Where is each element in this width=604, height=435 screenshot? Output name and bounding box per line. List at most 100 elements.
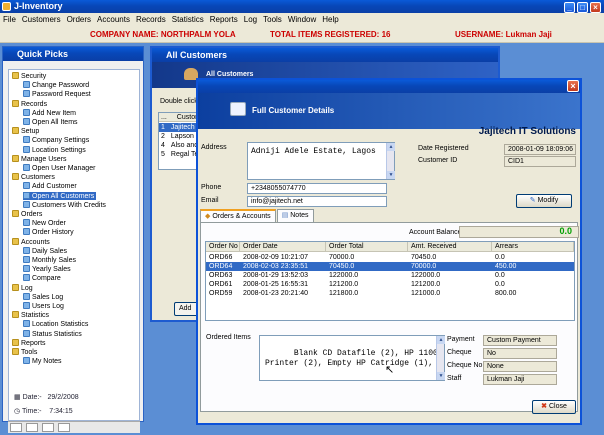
customer-details-banner: Full Customer Details (198, 93, 580, 129)
tree-item[interactable]: Add New Item (23, 108, 76, 117)
tree-folder[interactable]: Tools (12, 348, 37, 356)
tab-icon-records[interactable] (26, 423, 38, 432)
orders-col-header[interactable]: Order Total (326, 242, 408, 252)
tree-item[interactable]: New Order (23, 219, 66, 227)
orders-cell: 121200.0 (411, 281, 441, 288)
tree-folder[interactable]: Accounts (12, 237, 50, 246)
tree-folder[interactable]: Records (12, 99, 48, 108)
tree-item[interactable]: Company Settings (23, 136, 89, 144)
customers-table-row[interactable]: 5 Regal Tel (159, 150, 201, 159)
tree-item[interactable]: Sales Log (23, 292, 63, 301)
tree-folder[interactable]: Setup (12, 127, 39, 135)
tree-item[interactable]: Open All Customers (23, 191, 97, 200)
orders-table-row[interactable]: ORD64 2008-02-03 23:35:51 70450.0 70000.0 45… (206, 262, 574, 271)
minimize-button[interactable]: _ (564, 2, 575, 13)
tab-notes[interactable]: ▤ Notes (276, 209, 314, 222)
tree-folder[interactable]: Customers (12, 173, 55, 181)
tree-item[interactable]: Compare (23, 274, 61, 282)
tree-item[interactable]: Open All Items (23, 118, 78, 126)
tree-item[interactable]: Location Statistics (23, 320, 88, 328)
item-icon (23, 219, 30, 227)
ordered-items-field[interactable]: Blank CD Datafile (2), HP 1100 Printer (… (259, 335, 445, 381)
menu-file[interactable]: File (0, 15, 19, 24)
menu-customers[interactable]: Customers (19, 15, 64, 24)
tab-orders-accounts[interactable]: ◆ Orders & Accounts (200, 209, 276, 223)
scroll-down-arrow[interactable]: ▼ (387, 171, 395, 179)
date-row: ▦ Date:- 29/2/2008 (14, 393, 79, 401)
tree-item[interactable]: My Notes (23, 357, 62, 365)
quick-picks-title-bar: Quick Picks (3, 47, 143, 61)
orders-table-row[interactable]: ORD59 2008-01-23 20:21:40 121800.0 121000.0… (206, 289, 574, 298)
tree-item[interactable]: Users Log (23, 302, 64, 310)
tab-icon-tools[interactable] (10, 423, 22, 432)
address-field[interactable]: Adniji Adele Estate, Lagos ▲ ▼ (247, 142, 395, 180)
tree-item[interactable]: Yearly Sales (23, 265, 71, 273)
tree-item[interactable]: Status Statistics (23, 329, 82, 338)
menu-orders[interactable]: Orders (64, 15, 94, 24)
tree-label: Status Statistics (32, 330, 82, 338)
items-scroll-down-arrow[interactable]: ▼ (437, 372, 445, 380)
account-balance-field: 0.0 (459, 226, 579, 238)
tree-folder[interactable]: Orders (12, 210, 42, 218)
orders-col-header[interactable]: Order No (206, 242, 240, 252)
tab-icon-help[interactable] (58, 423, 70, 432)
date-registered-field: 2008-01-09 18:09:06 (504, 144, 576, 155)
menu-reports[interactable]: Reports (207, 15, 241, 24)
tree-folder[interactable]: Manage Users (12, 154, 67, 163)
tree-item[interactable]: Password Request (23, 90, 91, 98)
customers-table-row[interactable]: 1 Jajitech I (159, 123, 201, 132)
menu-records[interactable]: Records (133, 15, 169, 24)
scroll-up-arrow[interactable]: ▲ (387, 143, 395, 151)
tree-label: Monthly Sales (32, 257, 76, 264)
tree-item[interactable]: Open User Manager (23, 164, 95, 172)
item-icon (23, 164, 30, 171)
tree-folder[interactable]: Log (12, 283, 33, 292)
col-dots: ... (161, 114, 167, 121)
tree-item[interactable]: Order History (23, 228, 74, 236)
tree-item[interactable]: Location Settings (23, 145, 86, 154)
customers-table-row[interactable]: 2 Lapson M (159, 132, 201, 141)
item-icon (23, 274, 30, 282)
menu-tools[interactable]: Tools (260, 15, 285, 24)
tab-icon-favorites[interactable] (42, 423, 54, 432)
menu-window[interactable]: Window (285, 15, 319, 24)
calendar-icon: ▦ (14, 394, 23, 401)
customer-id-label: Customer ID (418, 157, 458, 164)
items-scrollbar[interactable]: ▲ ▼ (436, 336, 445, 380)
quick-picks-tree: Security Change Password Password Request R… (8, 69, 140, 421)
address-scrollbar[interactable]: ▲ ▼ (386, 143, 395, 179)
date-registered-label: Date Registered (418, 145, 469, 152)
close-dialog-button[interactable]: × (567, 80, 579, 92)
menu-help[interactable]: Help (319, 15, 341, 24)
phone-field[interactable]: +2348055074770 (247, 183, 387, 194)
orders-col-header[interactable]: Order Date (240, 242, 326, 252)
menu-accounts[interactable]: Accounts (94, 15, 133, 24)
tree-item[interactable]: Daily Sales (23, 246, 67, 255)
tree-item[interactable]: Add Customer (23, 182, 77, 190)
orders-col-header[interactable]: Amt. Received (408, 242, 492, 252)
modify-button[interactable]: ✎ Modify (516, 194, 572, 208)
tree-folder[interactable]: Reports (12, 338, 46, 347)
email-field[interactable]: info@jajitech.net (247, 196, 387, 207)
folder-icon (12, 338, 19, 346)
tree-label: Orders (21, 211, 43, 218)
close-button[interactable]: ✖ Close (532, 400, 576, 414)
customers-table-row[interactable]: 4 Also and (159, 141, 201, 150)
notes-icon: ▤ (281, 212, 291, 219)
tree-item[interactable]: Change Password (23, 81, 89, 89)
orders-table-row[interactable]: ORD61 2008-01-25 16:55:31 121200.0 121200.0… (206, 280, 574, 289)
tree-label: Yearly Sales (32, 266, 71, 274)
menu-log[interactable]: Log (241, 15, 260, 24)
tree-folder[interactable]: Security (12, 72, 46, 80)
tree-item[interactable]: Monthly Sales (23, 256, 76, 264)
items-scroll-up-arrow[interactable]: ▲ (437, 336, 445, 344)
tree-folder[interactable]: Statistics (12, 311, 49, 319)
tree-item[interactable]: Customers With Credits (23, 200, 106, 209)
orders-table-row[interactable]: ORD66 2008-02-09 10:21:07 70000.0 70450.0 0.… (206, 253, 574, 262)
close-app-button[interactable]: × (590, 2, 601, 13)
maximize-button[interactable]: □ (577, 2, 588, 13)
orders-col-header[interactable]: Arrears (492, 242, 574, 252)
orders-table-row[interactable]: ORD63 2008-01-29 13:52:03 122000.0 122000.0… (206, 271, 574, 280)
menu-statistics[interactable]: Statistics (169, 15, 207, 24)
tree-label: Records (21, 100, 48, 108)
